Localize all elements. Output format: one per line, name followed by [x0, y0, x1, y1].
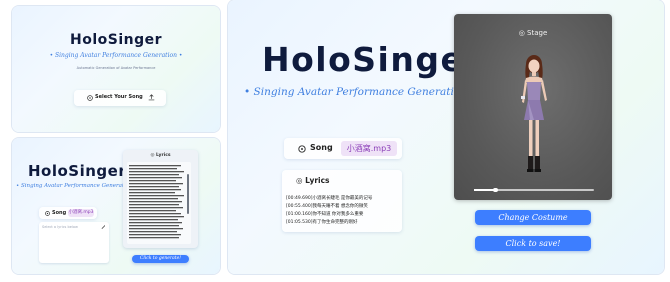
- upload-icon[interactable]: [148, 94, 155, 101]
- lyrics-scrollbar[interactable]: [187, 174, 189, 214]
- lyric-line: [00:49.690]小酒窝长睫毛 是你最美的记号: [286, 196, 373, 201]
- preview-panel-select-song: HoloSinger • Singing Avatar Performance …: [12, 6, 220, 132]
- lyrics-card: ◎ Lyrics [00:49.690]小酒窝长睫毛 是你最美的记号 [00:5…: [282, 170, 402, 232]
- song-file-chip: 小酒窝.mp3: [68, 209, 94, 217]
- lyrics-lines: [00:49.690]小酒窝长睫毛 是你最美的记号 [00:55.400]我每天…: [286, 195, 400, 227]
- tagline: • Singing Avatar Performance Generation …: [49, 52, 183, 59]
- bullet-icon: •: [178, 52, 183, 59]
- lyric-line: [01:00.160]你不知道 你对我多么重要: [286, 212, 364, 217]
- song-file-chip: 小酒窝.mp3: [341, 141, 397, 156]
- song-card[interactable]: Song 小酒窝.mp3: [284, 138, 402, 159]
- lyrics-placeholder: Select a lyrics below: [42, 225, 78, 229]
- video-progress-track[interactable]: [474, 187, 594, 192]
- select-song-button[interactable]: Select Your Song: [74, 90, 166, 106]
- app-title: HoloSinger: [69, 32, 163, 48]
- music-icon: [45, 210, 50, 216]
- tagline: • Singing Avatar Performance Generation …: [244, 86, 476, 98]
- music-icon: [298, 144, 306, 153]
- subtitle: Automatic Generation of Avatar Performan…: [76, 66, 156, 70]
- lyric-line: [00:55.400]我每天睡不着 想念你的微笑: [286, 204, 368, 209]
- lyrics-list[interactable]: [127, 162, 191, 244]
- app-title: HoloSinger: [28, 162, 127, 180]
- tagline: • Singing Avatar Performance Generation …: [16, 183, 138, 189]
- stage-panel: ◎ Stage: [454, 14, 612, 200]
- song-label: Song: [310, 143, 333, 152]
- avatar-figure: [521, 55, 547, 172]
- song-row[interactable]: Song 小酒窝.mp3: [39, 207, 97, 219]
- generate-button[interactable]: Click to generate!: [132, 255, 189, 263]
- video-progress-knob[interactable]: [493, 187, 498, 192]
- select-song-label: Select Your Song: [95, 94, 143, 100]
- lyrics-list-lines: [129, 165, 184, 239]
- lyrics-input[interactable]: Select a lyrics below: [39, 222, 109, 263]
- stage-title: ◎ Stage: [518, 29, 548, 37]
- bullet-icon: •: [49, 52, 54, 59]
- song-label: Song: [52, 209, 67, 216]
- save-button[interactable]: Click to save!: [475, 236, 591, 251]
- music-icon: ◎: [518, 29, 525, 37]
- bullet-icon: •: [16, 183, 20, 189]
- lyric-line: [01:05.530]有了你生命完整的刚好: [286, 220, 358, 225]
- change-costume-button[interactable]: Change Costume: [475, 210, 591, 225]
- lyrics-panel: ◎ Lyrics: [123, 150, 198, 248]
- music-icon: [87, 95, 93, 101]
- pencil-icon[interactable]: [101, 224, 106, 229]
- music-icon: ◎: [296, 176, 303, 185]
- lyrics-title: ◎ Lyrics: [150, 153, 171, 158]
- app-title: HoloSinger: [262, 40, 483, 79]
- bullet-icon: •: [244, 86, 251, 98]
- music-icon: ◎: [150, 153, 155, 158]
- lyrics-title: ◎ Lyrics: [296, 176, 330, 185]
- preview-panel-generate: HoloSinger • Singing Avatar Performance …: [12, 138, 220, 274]
- video-progress-fill: [474, 189, 496, 191]
- main-panel-stage: HoloSinger • Singing Avatar Performance …: [228, 0, 664, 274]
